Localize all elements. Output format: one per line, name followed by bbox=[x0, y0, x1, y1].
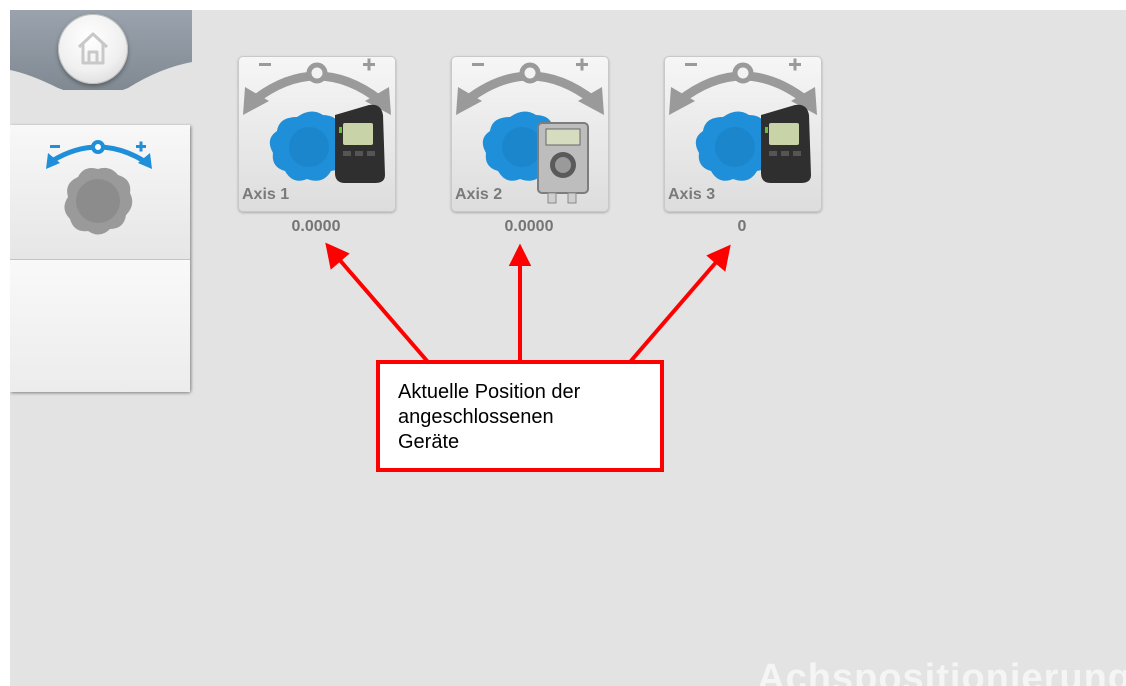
annotation-callout: Aktuelle Position der angeschlossenen Ge… bbox=[376, 360, 664, 472]
page-title: Achspositionierung bbox=[757, 657, 1126, 686]
arrow-head-axis-2 bbox=[508, 243, 532, 266]
annotation-arrows bbox=[325, 242, 731, 364]
annotation-line-2: angeschlossenen bbox=[398, 406, 554, 428]
annotation-line-1: Aktuelle Position der bbox=[398, 381, 581, 403]
screen: Axis 1 0.0000 Axis 2 0.0000 Axis 3 0 Akt… bbox=[10, 10, 1126, 686]
annotation-line-3: Geräte bbox=[398, 431, 460, 453]
